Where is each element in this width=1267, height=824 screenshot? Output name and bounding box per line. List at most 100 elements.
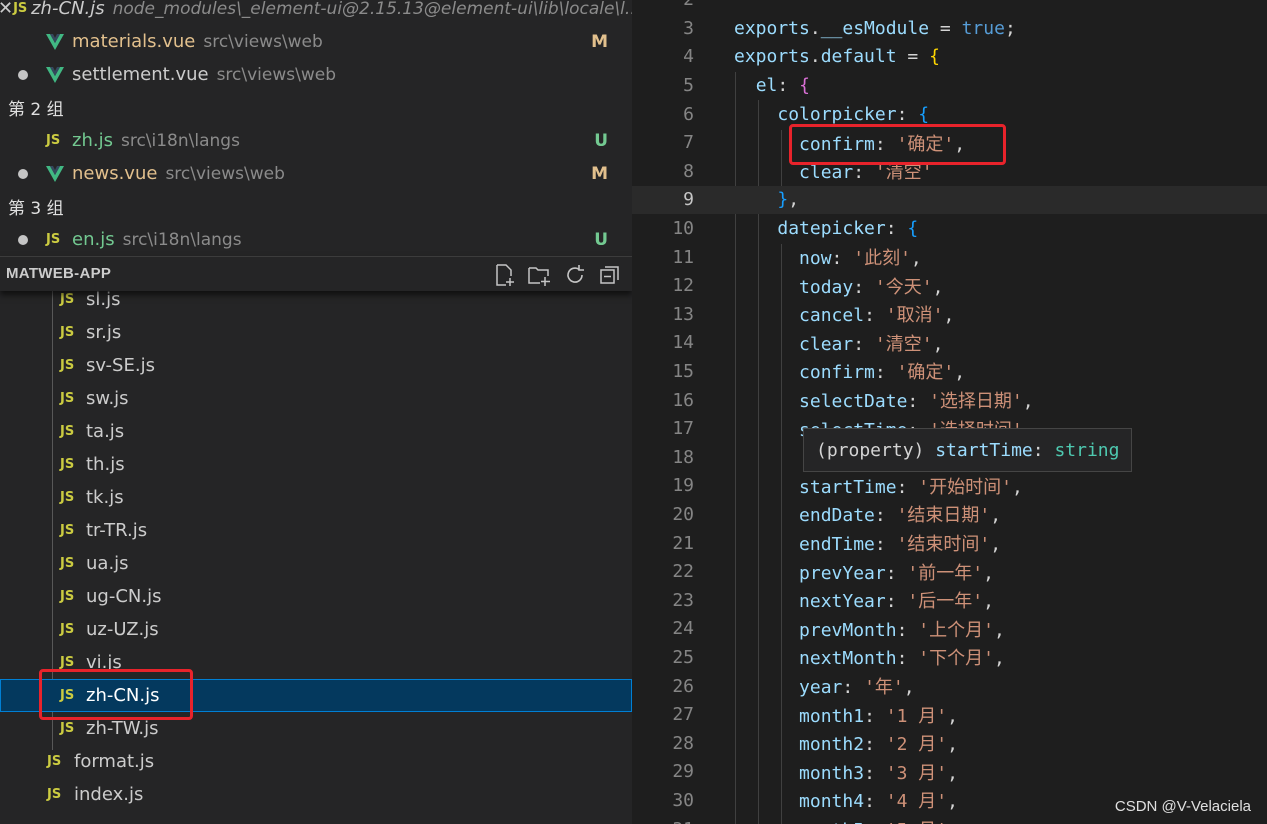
js-file-icon: JS: [60, 457, 75, 472]
js-file-icon: JS: [13, 1, 28, 16]
unsaved-dot-icon: [0, 168, 46, 179]
file-icon-wrap: [46, 33, 72, 50]
line-text: today: '今天',: [799, 276, 944, 298]
file-tree-item[interactable]: JS vi.js: [0, 646, 632, 679]
file-tree-item[interactable]: JS zh-CN.js: [0, 679, 632, 712]
file-path: src\views\web: [165, 163, 285, 184]
file-icon-wrap: JS: [13, 1, 31, 16]
code-line: 11 now: '此刻',: [632, 243, 1267, 272]
file-name: index.js: [74, 784, 144, 805]
tooltip-sep: :: [1032, 439, 1055, 461]
file-tree-item[interactable]: JS uz-UZ.js: [0, 613, 632, 646]
line-number: 8: [683, 160, 694, 182]
js-file-icon: JS: [60, 424, 75, 439]
line-text: month3: '3 月',: [799, 762, 958, 784]
open-editor-item[interactable]: news.vue src\views\web M: [0, 157, 632, 190]
code-editor[interactable]: 23exports.__esModule = true;4exports.def…: [632, 0, 1267, 824]
file-tree-item[interactable]: JS sv-SE.js: [0, 349, 632, 382]
js-file-icon: JS: [60, 655, 75, 670]
line-number: 27: [672, 704, 694, 726]
group-header: 第 3 组: [0, 190, 632, 223]
line-text: exports.__esModule = true;: [734, 17, 1016, 39]
line-text: exports.default = {: [734, 46, 940, 68]
code-line: 13 cancel: '取消',: [632, 300, 1267, 329]
file-name: tr-TR.js: [86, 520, 148, 541]
code-line: 20 endDate: '结束日期',: [632, 500, 1267, 529]
tooltip-prefix: (property): [816, 439, 936, 461]
unsaved-dot-icon: [0, 69, 46, 80]
file-tree-item[interactable]: JS format.js: [0, 745, 632, 778]
line-number: 25: [672, 646, 694, 668]
file-tree-item[interactable]: JS sr.js: [0, 316, 632, 349]
js-file-icon: JS: [47, 754, 62, 769]
open-editor-item[interactable]: settlement.vue src\views\web: [0, 58, 632, 91]
line-text: prevMonth: '上个月',: [799, 619, 1005, 641]
git-status-badge: M: [591, 163, 608, 184]
line-number: 26: [672, 675, 694, 697]
js-file-icon: JS: [60, 589, 75, 604]
refresh-icon[interactable]: [563, 263, 587, 287]
file-icon-wrap: JS: [46, 133, 72, 148]
line-text: confirm: '确定',: [799, 362, 966, 384]
file-tree-item[interactable]: JS tr-TR.js: [0, 514, 632, 547]
hover-tooltip: (property) startTime: string: [803, 428, 1133, 472]
close-icon[interactable]: ✕: [0, 0, 13, 19]
sidebar: ✕ JS zh-CN.js node_modules\_element-ui@2.15…: [0, 0, 632, 824]
code-line: 24 prevMonth: '上个月',: [632, 615, 1267, 644]
code-line: 15 confirm: '确定',: [632, 357, 1267, 386]
line-text: clear: '清空': [799, 162, 933, 184]
file-path: src\views\web: [216, 64, 337, 85]
line-text: endTime: '结束时间',: [799, 534, 1002, 556]
file-path: src\i18n\langs: [122, 229, 242, 250]
code-line: 26 year: '年',: [632, 672, 1267, 701]
line-text: nextMonth: '下个月',: [799, 648, 1005, 670]
line-number: 30: [672, 789, 694, 811]
new-folder-icon[interactable]: [527, 263, 551, 287]
file-tree-item[interactable]: JS ug-CN.js: [0, 580, 632, 613]
file-tree-item[interactable]: JS ua.js: [0, 547, 632, 580]
code-line: 28 month2: '2 月',: [632, 729, 1267, 758]
line-text: },: [777, 189, 800, 211]
file-icon-wrap: JS: [46, 232, 72, 247]
js-file-icon: JS: [60, 490, 75, 505]
explorer-title: MATWEB-APP: [6, 265, 112, 282]
file-name: sv-SE.js: [86, 355, 155, 376]
line-text: month4: '4 月',: [799, 791, 958, 813]
open-editor-item[interactable]: ✕ JS zh-CN.js node_modules\_element-ui@2.15…: [0, 0, 632, 25]
file-tree-item[interactable]: JS zh-TW.js: [0, 712, 632, 745]
code-line: 3 exports.__esModule = true;: [632, 14, 1267, 43]
file-name: vi.js: [86, 652, 122, 673]
new-file-icon[interactable]: [492, 263, 516, 287]
code-line: 7 confirm: '确定',: [632, 128, 1267, 157]
file-icon-wrap: [46, 165, 72, 182]
open-editor-item[interactable]: JS zh.js src\i18n\langs U: [0, 124, 632, 157]
line-number: 31: [632, 819, 694, 824]
code-line: 31 month5: '5 月',: [632, 815, 1267, 824]
file-name: zh-CN.js: [31, 0, 105, 19]
git-status-badge: U: [594, 130, 608, 151]
js-file-icon: JS: [60, 622, 75, 637]
line-number: 11: [672, 246, 694, 268]
line-number: 13: [672, 303, 694, 325]
file-tree-item[interactable]: JS index.js: [0, 778, 632, 811]
collapse-all-icon[interactable]: [598, 263, 622, 287]
git-status-badge: U: [594, 229, 608, 250]
file-tree-item[interactable]: JS ta.js: [0, 415, 632, 448]
file-tree-item[interactable]: JS th.js: [0, 448, 632, 481]
open-editor-item[interactable]: JS en.js src\i18n\langs U: [0, 223, 632, 256]
line-number: 18: [672, 446, 694, 468]
file-tree-item[interactable]: JS tk.js: [0, 481, 632, 514]
open-editor-item[interactable]: materials.vue src\views\web M: [0, 25, 632, 58]
js-file-icon: JS: [60, 721, 75, 736]
file-tree-item[interactable]: JS sw.js: [0, 382, 632, 415]
line-text: endDate: '结束日期',: [799, 505, 1002, 527]
line-number: 23: [672, 589, 694, 611]
group-label: 第 3 组: [8, 199, 64, 219]
line-text: confirm: '确定',: [799, 133, 966, 155]
explorer-header[interactable]: MATWEB-APP: [0, 256, 632, 291]
vue-file-icon: [46, 165, 64, 182]
js-file-icon: JS: [46, 232, 61, 247]
file-name: zh.js: [72, 130, 113, 151]
line-text: cancel: '取消',: [799, 305, 955, 327]
tooltip-type: string: [1054, 439, 1120, 461]
